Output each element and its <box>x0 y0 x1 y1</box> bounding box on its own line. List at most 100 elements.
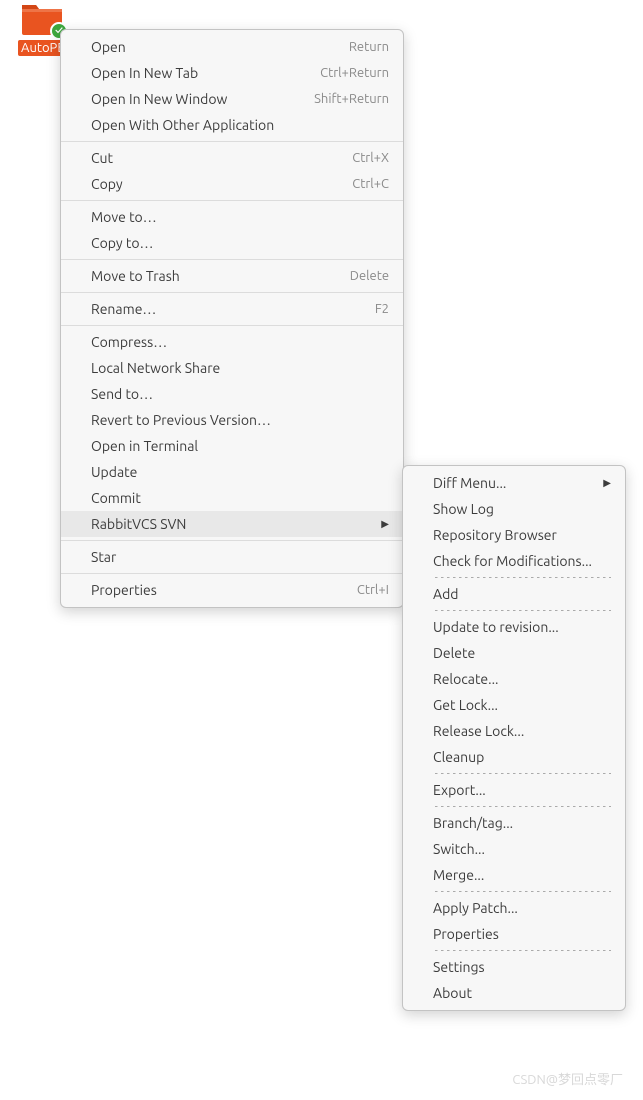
menu-separator <box>61 292 403 293</box>
sub_menu-item-cleanup[interactable]: Cleanup <box>403 744 625 770</box>
main_menu-item-cut[interactable]: CutCtrl+X <box>61 145 403 171</box>
menu-item-label: Update <box>91 463 389 481</box>
main_menu-item-open-in-new-window[interactable]: Open In New Window Shift+Return <box>61 86 403 112</box>
sub_menu-item-about[interactable]: About <box>403 980 625 1006</box>
menu-item-accelerator: Ctrl+I <box>357 581 389 599</box>
menu-item-label: Properties <box>91 581 337 599</box>
menu-item-label: Show Log <box>433 500 611 518</box>
menu-item-label: About <box>433 984 611 1002</box>
menu-item-label: Relocate... <box>433 670 611 688</box>
main_menu-item-move-to[interactable]: Move to… <box>61 204 403 230</box>
main_menu-item-rename[interactable]: Rename… F2 <box>61 296 403 322</box>
main_menu-item-compress[interactable]: Compress… <box>61 329 403 355</box>
menu-item-label: Get Lock... <box>433 696 611 714</box>
main_menu-item-open-in-terminal[interactable]: Open in Terminal <box>61 433 403 459</box>
folder-label: AutoPEC <box>18 40 66 56</box>
menu-separator <box>61 573 403 574</box>
main_menu-item-update[interactable]: Update <box>61 459 403 485</box>
menu-item-label: Update to revision... <box>433 618 611 636</box>
main_menu-item-open-with-other-application[interactable]: Open With Other Application <box>61 112 403 138</box>
menu-item-label: Compress… <box>91 333 389 351</box>
sub_menu-item-add[interactable]: Add <box>403 581 625 607</box>
menu-item-label: Settings <box>433 958 611 976</box>
main_menu-item-copy-to[interactable]: Copy to… <box>61 230 403 256</box>
main_menu-item-local-network-share[interactable]: Local Network Share <box>61 355 403 381</box>
menu-item-label: Open In New Window <box>91 90 294 108</box>
main_menu-item-open[interactable]: Open Return <box>61 34 403 60</box>
menu-item-accelerator: Delete <box>350 267 389 285</box>
menu-item-label: Open <box>91 38 329 56</box>
sub_menu-item-switch[interactable]: Switch... <box>403 836 625 862</box>
main_menu-item-properties[interactable]: Properties Ctrl+I <box>61 577 403 603</box>
sub_menu-item-get-lock[interactable]: Get Lock... <box>403 692 625 718</box>
main_menu-item-rabbitvcs-svn[interactable]: RabbitVCS SVN ▶ <box>61 511 403 537</box>
main_menu-item-star[interactable]: Star <box>61 544 403 570</box>
menu-item-label: Delete <box>433 644 611 662</box>
menu-item-label: Local Network Share <box>91 359 389 377</box>
menu-item-label: Export... <box>433 781 611 799</box>
menu-item-label: Check for Modifications... <box>433 552 611 570</box>
sub_menu-item-settings[interactable]: Settings <box>403 954 625 980</box>
sub_menu-item-diff-menu[interactable]: Diff Menu... ▶ <box>403 470 625 496</box>
menu-separator <box>433 610 611 611</box>
menu-item-label: Add <box>433 585 611 603</box>
menu-item-label: Revert to Previous Version… <box>91 411 389 429</box>
watermark: CSDN@梦回点零厂 <box>512 1069 623 1088</box>
main_menu-item-move-to-trash[interactable]: Move to TrashDelete <box>61 263 403 289</box>
main_menu-item-open-in-new-tab[interactable]: Open In New Tab Ctrl+Return <box>61 60 403 86</box>
menu-item-accelerator: Return <box>349 38 389 56</box>
menu-item-label: Diff Menu... <box>433 474 593 492</box>
sub_menu-item-update-to-revision[interactable]: Update to revision... <box>403 614 625 640</box>
menu-item-label: Branch/tag... <box>433 814 611 832</box>
menu-separator <box>61 540 403 541</box>
sub_menu-item-show-log[interactable]: Show Log <box>403 496 625 522</box>
menu-item-label: Move to… <box>91 208 389 226</box>
menu-item-label: Open With Other Application <box>91 116 389 134</box>
sub_menu-item-apply-patch[interactable]: Apply Patch... <box>403 895 625 921</box>
menu-item-label: Star <box>91 548 389 566</box>
main_menu-item-copy[interactable]: Copy Ctrl+C <box>61 171 403 197</box>
menu-separator <box>433 773 611 774</box>
menu-item-accelerator: Ctrl+C <box>352 175 389 193</box>
menu-separator <box>433 806 611 807</box>
menu-separator <box>61 200 403 201</box>
menu-item-label: Cut <box>91 149 332 167</box>
sub_menu-item-merge[interactable]: Merge... <box>403 862 625 888</box>
menu-item-accelerator: F2 <box>375 300 389 318</box>
rabbitvcs-svn-submenu: Diff Menu... ▶ Show Log Repository Browser C… <box>402 465 626 1011</box>
menu-item-label: Switch... <box>433 840 611 858</box>
menu-item-label: Send to… <box>91 385 389 403</box>
sub_menu-item-delete[interactable]: Delete <box>403 640 625 666</box>
menu-item-label: RabbitVCS SVN <box>91 515 371 533</box>
menu-item-label: Merge... <box>433 866 611 884</box>
menu-item-label: Open In New Tab <box>91 64 300 82</box>
menu-separator <box>433 891 611 892</box>
menu-separator <box>61 325 403 326</box>
menu-item-accelerator: Shift+Return <box>314 90 389 108</box>
submenu-arrow-icon: ▶ <box>603 474 611 492</box>
menu-item-label: Release Lock... <box>433 722 611 740</box>
menu-item-label: Open in Terminal <box>91 437 389 455</box>
sub_menu-item-export[interactable]: Export... <box>403 777 625 803</box>
menu-separator <box>61 259 403 260</box>
main_menu-item-revert-to-previous-version[interactable]: Revert to Previous Version… <box>61 407 403 433</box>
submenu-arrow-icon: ▶ <box>381 515 389 533</box>
menu-separator <box>433 577 611 578</box>
menu-item-accelerator: Ctrl+Return <box>320 64 389 82</box>
folder-autopec[interactable]: ✓ AutoPEC <box>18 0 66 59</box>
main_menu-item-send-to[interactable]: Send to… <box>61 381 403 407</box>
menu-item-label: Apply Patch... <box>433 899 611 917</box>
menu-item-label: Copy <box>91 175 332 193</box>
main_menu-item-commit[interactable]: Commit <box>61 485 403 511</box>
folder-icon: ✓ <box>20 0 64 36</box>
menu-separator <box>433 950 611 951</box>
sub_menu-item-branch-tag[interactable]: Branch/tag... <box>403 810 625 836</box>
sub_menu-item-release-lock[interactable]: Release Lock... <box>403 718 625 744</box>
sub_menu-item-relocate[interactable]: Relocate... <box>403 666 625 692</box>
menu-item-label: Commit <box>91 489 389 507</box>
sub_menu-item-properties[interactable]: Properties <box>403 921 625 947</box>
menu-item-label: Rename… <box>91 300 355 318</box>
sub_menu-item-check-for-modifications[interactable]: Check for Modifications... <box>403 548 625 574</box>
sub_menu-item-repository-browser[interactable]: Repository Browser <box>403 522 625 548</box>
menu-item-label: Repository Browser <box>433 526 611 544</box>
